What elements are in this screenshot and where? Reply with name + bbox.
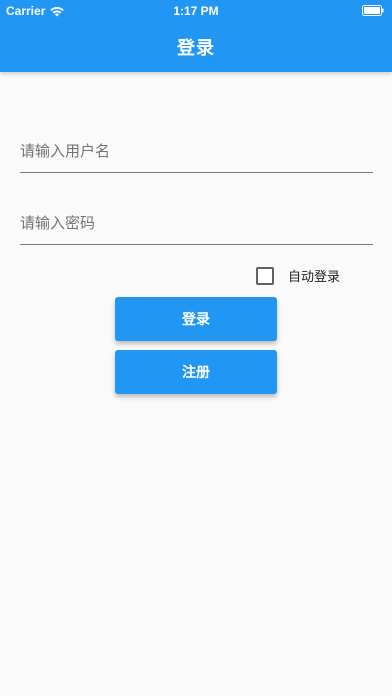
page-title: 登录 — [177, 38, 215, 59]
register-button[interactable]: 注册 — [115, 350, 277, 394]
battery-icon — [362, 5, 384, 16]
password-field[interactable] — [20, 204, 373, 245]
app-bar: Carrier 1:17 PM 登录 — [0, 0, 392, 72]
username-input[interactable] — [20, 136, 373, 166]
password-input[interactable] — [20, 208, 373, 238]
status-bar: Carrier 1:17 PM — [0, 0, 392, 22]
login-button[interactable]: 登录 — [115, 297, 277, 341]
status-time: 1:17 PM — [173, 4, 219, 18]
auto-login-toggle[interactable]: 自动登录 — [256, 266, 340, 285]
username-field[interactable] — [20, 132, 373, 173]
auto-login-label: 自动登录 — [288, 270, 341, 285]
auto-login-checkbox[interactable] — [256, 266, 274, 285]
